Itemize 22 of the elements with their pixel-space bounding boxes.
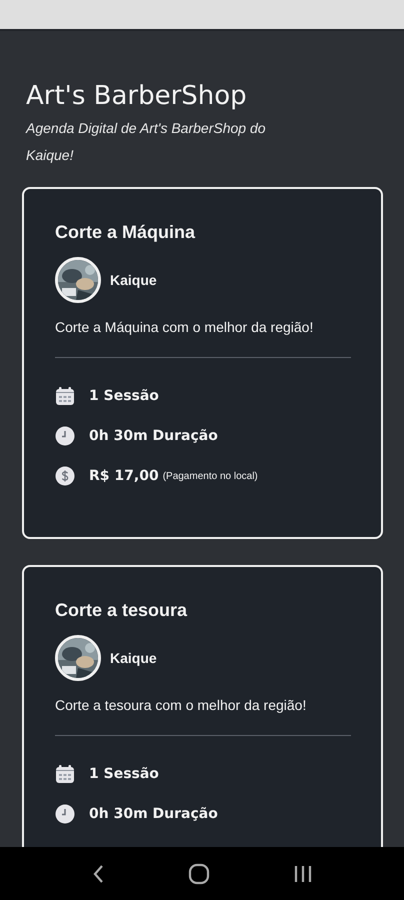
coin-icon [55, 466, 75, 486]
service-description: Corte a tesoura com o melhor da região! [55, 697, 308, 713]
duration-text: 0h 30m Duração [89, 806, 218, 822]
session-count: 1 Sessão [89, 766, 159, 782]
back-icon[interactable] [91, 862, 106, 884]
recent-apps-icon[interactable] [292, 864, 313, 884]
session-count: 1 Sessão [89, 388, 159, 404]
duration-text: 0h 30m Duração [89, 428, 218, 444]
page-subtitle: Agenda Digital de Art's BarberShop do Kaique! [26, 119, 267, 165]
calendar-icon [55, 386, 75, 406]
service-description: Corte a Máquina com o melhor da região! [55, 319, 314, 335]
service-title: Corte a Máquina [55, 221, 196, 244]
calendar-icon [55, 764, 75, 784]
barber-name: Kaique [110, 272, 157, 288]
clock-icon [55, 426, 75, 446]
service-title: Corte a tesoura [55, 599, 188, 622]
clock-icon [55, 804, 75, 824]
payment-note: (Pagamento no local) [162, 470, 258, 482]
page-title: Art's BarberShop [26, 81, 248, 111]
price-text: R$ 17,00 [89, 468, 159, 484]
barber-name: Kaique [110, 650, 157, 666]
home-icon[interactable] [188, 862, 210, 884]
